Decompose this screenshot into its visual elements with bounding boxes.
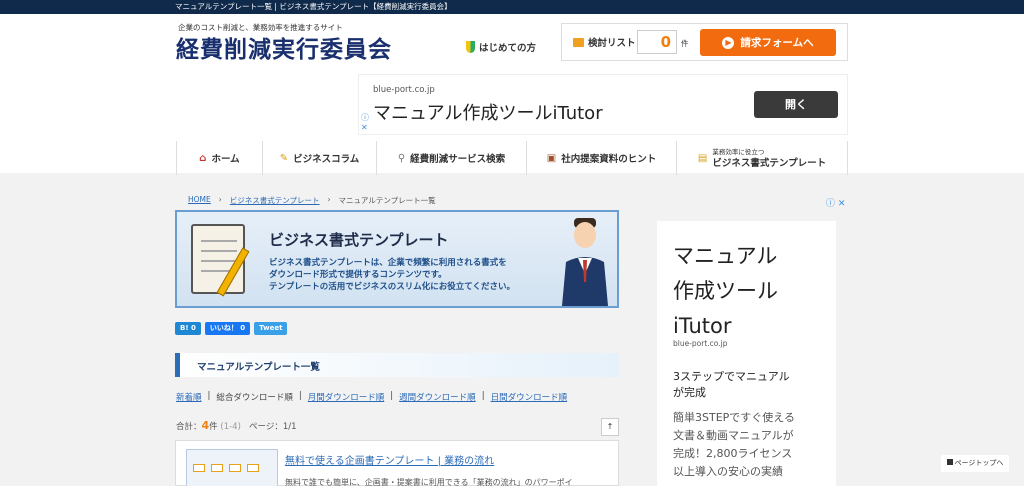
nav-item-proposal-hints[interactable]: ▣ 社内提案資料のヒント: [527, 141, 677, 175]
top-bar-text: マニュアルテンプレート一覧 | ビジネス書式テンプレート【経費削減実行委員会】: [175, 2, 452, 11]
sort-separator: |: [207, 391, 211, 401]
chevron-right-icon: ›: [327, 195, 331, 204]
arrow-right-icon: ▶: [722, 36, 735, 49]
top-ad-open-button[interactable]: 開く: [754, 91, 838, 118]
beginner-link-label: はじめての方: [479, 43, 537, 54]
nav-item-templates-text: 業務効率に役立つ ビジネス書式テンプレート: [712, 147, 826, 169]
sidebar-ad-headline: 3ステップでマニュアル が完成: [673, 369, 790, 401]
section-title: マニュアルテンプレート一覧: [197, 362, 320, 373]
check-list-label: 検討リスト: [588, 38, 636, 49]
page-top-label: ページトップへ: [954, 459, 1004, 467]
ad-choices-icon[interactable]: ⓘ ✕: [826, 196, 845, 209]
total-unit: 件: [209, 422, 218, 432]
list-item: 無料で使える企画書テンプレート | 業務の流れ 無料で誰でも簡単に、企画書・提案…: [175, 440, 619, 486]
sidebar-ad-headline-line: 3ステップでマニュアル: [673, 370, 790, 383]
sidebar-ad-card[interactable]: マニュアル 作成ツール iTutor blue-port.co.jp 3ステップ…: [657, 221, 836, 486]
check-list-unit: 件: [681, 39, 689, 48]
site-logo[interactable]: 経費削減実行委員会: [176, 30, 392, 64]
banner-line: ビジネス書式テンプレートは、企業で頻繁に利用される書式を: [269, 258, 507, 268]
nav-item-label: 経費削減サービス検索: [410, 154, 506, 165]
breadcrumb-home[interactable]: HOME: [188, 195, 211, 206]
breadcrumb-section[interactable]: ビジネス書式テンプレート: [230, 195, 320, 206]
sort-total-downloads: 総合ダウンロード順: [216, 393, 293, 403]
sidebar-ad-body-line: 文書＆動画マニュアルが: [673, 429, 794, 442]
sort-separator: |: [390, 391, 394, 401]
sort-monthly[interactable]: 月間ダウンロード順: [308, 391, 385, 403]
briefcase-icon: ▣: [546, 152, 557, 164]
sidebar-ad-title-line: マニュアル: [673, 244, 778, 268]
nav-item-label: ビジネス書式テンプレート: [712, 158, 827, 169]
sidebar-ad-body: 簡単3STEPですぐ使える 文書＆動画マニュアルが 完成！2,800ライセンス …: [673, 409, 795, 481]
nav-item-sublabel: 業務効率に役立つ: [712, 148, 765, 156]
hatena-bookmark-button[interactable]: B! 0: [175, 322, 201, 335]
ad-info-icon[interactable]: ⓘ ✕: [361, 113, 369, 133]
nav-item-column[interactable]: ✎ ビジネスコラム: [263, 141, 377, 175]
site-header: 企業のコスト削減と、業務効率を推進するサイト 経費削減実行委員会 はじめての方 …: [0, 14, 1024, 175]
banner-line: テンプレートの活用でビジネスのスリム化にお役立てください。: [269, 282, 515, 292]
total-label: 合計：: [176, 422, 202, 432]
pencil-icon: ✎: [279, 152, 289, 164]
top-bar: マニュアルテンプレート一覧 | ビジネス書式テンプレート【経費削減実行委員会】: [0, 0, 1024, 14]
template-title-link[interactable]: 無料で使える企画書テンプレート | 業務の流れ: [285, 452, 494, 467]
check-list-link[interactable]: 検討リスト: [573, 35, 636, 49]
nav-item-label: 社内提案資料のヒント: [561, 154, 657, 165]
home-icon: ⌂: [199, 152, 207, 164]
businessman-illustration: [562, 218, 608, 306]
clipboard-icon: [191, 224, 250, 297]
check-list-count: 0: [637, 30, 677, 54]
nav-item-label: ホーム: [211, 154, 240, 165]
search-icon: ⚲: [397, 152, 406, 164]
sidebar-ad-title: マニュアル 作成ツール iTutor: [673, 239, 778, 344]
request-form-button-label: 請求フォームへ: [740, 37, 814, 49]
result-range: (1-4): [220, 422, 241, 432]
page-top-button[interactable]: ページトップへ: [941, 455, 1009, 472]
facebook-like-button[interactable]: いいね！ 0: [204, 322, 251, 335]
breadcrumb-current: マニュアルテンプレート一覧: [338, 196, 436, 205]
nav-item-label: ビジネスコラム: [293, 154, 360, 165]
page-indicator: ページ：1/1: [249, 422, 297, 432]
banner-description: ビジネス書式テンプレートは、企業で頻繁に利用される書式を ダウンロード形式で提供…: [269, 257, 515, 293]
pencil-illustration: [216, 247, 250, 297]
nav-item-service-search[interactable]: ⚲ 経費削減サービス検索: [377, 141, 527, 175]
sort-separator: |: [481, 391, 485, 401]
banner-line: ダウンロード形式で提供するコンテンツです。: [269, 270, 447, 280]
sidebar-ad-body-line: 簡単3STEPですぐ使える: [673, 411, 795, 424]
nav-item-home[interactable]: ⌂ ホーム: [177, 141, 263, 175]
sort-weekly[interactable]: 週間ダウンロード順: [399, 391, 476, 403]
chevron-right-icon: ›: [218, 195, 222, 204]
top-ad-domain: blue-port.co.jp: [373, 85, 435, 95]
social-buttons: B! 0 いいね！ 0 Tweet: [175, 322, 288, 335]
beginner-leaf-icon: [466, 41, 475, 53]
sidebar-ad-domain: blue-port.co.jp: [673, 339, 728, 348]
template-excerpt: 無料で誰でも簡単に、企画書・提案書に利用できる「業務の流れ」のパワーポイ: [285, 478, 573, 486]
sort-newest[interactable]: 新着順: [176, 391, 202, 403]
sidebar-ad-body-line: 完成！2,800ライセンス: [673, 447, 793, 460]
sidebar-ad-body-line: 以上導入の安心の実績: [673, 465, 783, 478]
request-form-button[interactable]: ▶ 請求フォームへ: [700, 29, 836, 56]
banner-title: ビジネス書式テンプレート: [269, 231, 449, 249]
category-banner: ビジネス書式テンプレート ビジネス書式テンプレートは、企業で頻繁に利用される書式…: [175, 210, 619, 308]
nav-item-templates[interactable]: ▤ 業務効率に役立つ ビジネス書式テンプレート: [677, 141, 848, 175]
top-ad[interactable]: blue-port.co.jp マニュアル作成ツールiTutor 開く ⓘ ✕: [358, 74, 848, 135]
breadcrumb: HOME › ビジネス書式テンプレート › マニュアルテンプレート一覧: [188, 195, 436, 206]
folder-icon: [573, 37, 584, 47]
arrow-up-icon: [946, 459, 953, 465]
sidebar-ad-title-line: 作成ツール: [673, 279, 778, 303]
result-summary: 合計：4件 (1-4) ページ：1/1: [176, 419, 297, 432]
sort-toggle-button[interactable]: ↑: [601, 418, 619, 436]
section-heading: マニュアルテンプレート一覧: [175, 353, 619, 377]
top-ad-title[interactable]: マニュアル作成ツールiTutor: [373, 99, 603, 125]
sidebar-ad-headline-line: が完成: [673, 386, 706, 399]
document-icon: ▤: [697, 152, 708, 164]
global-nav: ⌂ ホーム ✎ ビジネスコラム ⚲ 経費削減サービス検索 ▣ 社内提案資料のヒン…: [176, 141, 848, 175]
sort-daily[interactable]: 日間ダウンロード順: [491, 391, 568, 403]
sort-separator: |: [298, 391, 302, 401]
beginner-link[interactable]: はじめての方: [466, 40, 536, 54]
sort-options: 新着順 | 総合ダウンロード順 | 月間ダウンロード順 | 週間ダウンロード順 …: [176, 391, 567, 403]
check-list-box: 検討リスト 0 件 ▶ 請求フォームへ: [561, 23, 848, 61]
template-thumbnail[interactable]: [186, 449, 278, 486]
sidebar-ad[interactable]: ⓘ ✕ マニュアル 作成ツール iTutor blue-port.co.jp 3…: [645, 196, 848, 486]
tweet-button[interactable]: Tweet: [254, 322, 288, 335]
